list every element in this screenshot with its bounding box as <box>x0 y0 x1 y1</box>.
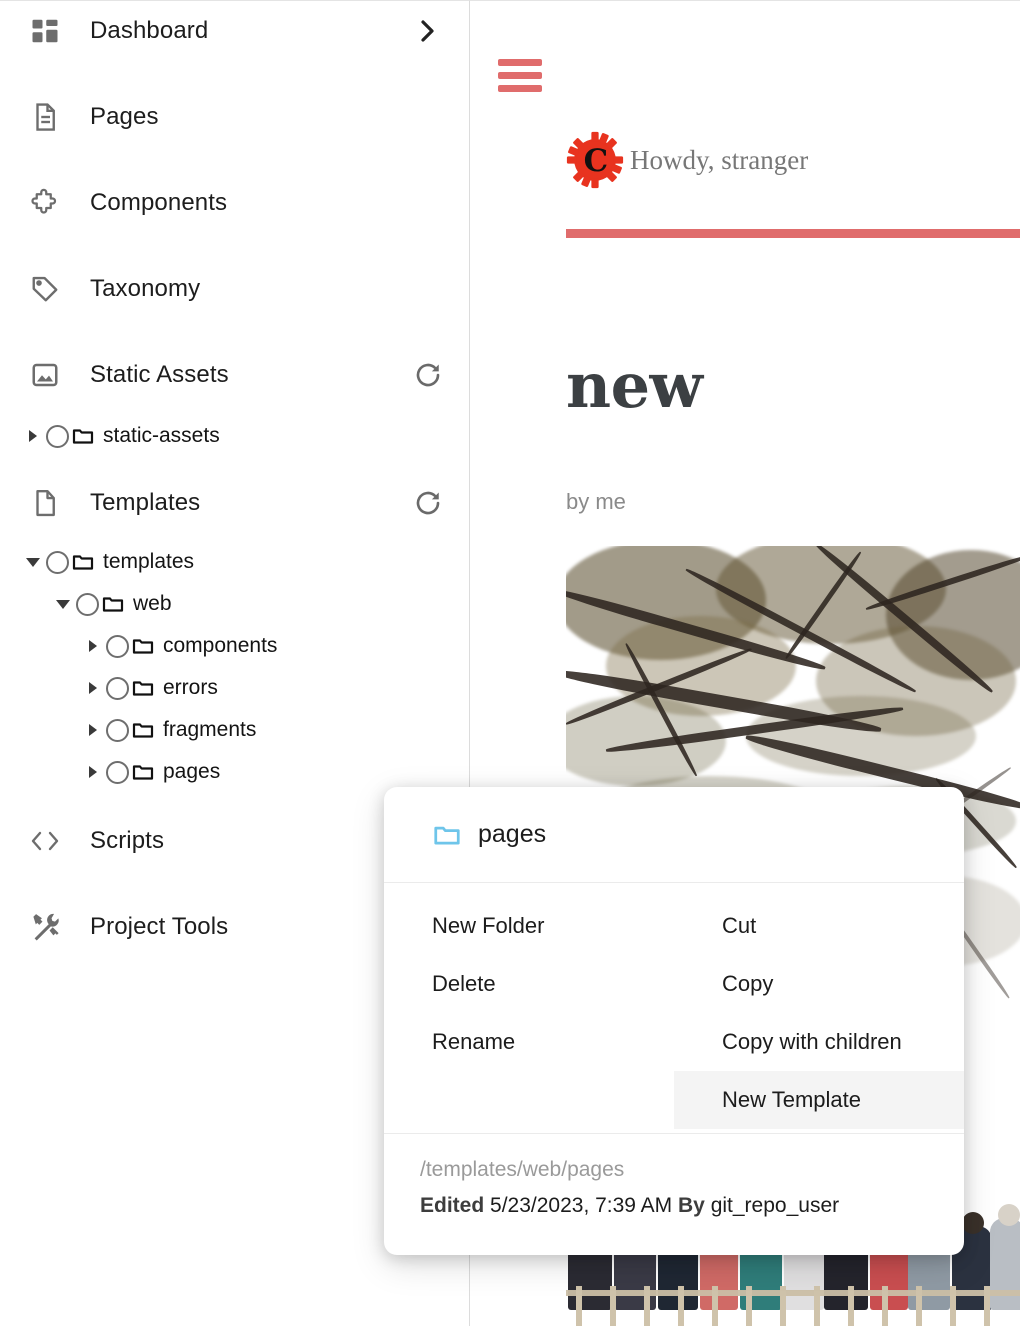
menu-item-copy[interactable]: Copy <box>674 955 964 1013</box>
hamburger-bar <box>498 85 542 92</box>
folder-icon <box>131 634 157 658</box>
menu-item-rename[interactable]: Rename <box>384 1013 674 1071</box>
page-document-icon <box>28 100 62 134</box>
folder-icon <box>432 820 462 850</box>
tree-item-web[interactable]: web <box>0 583 469 625</box>
edited-label: Edited <box>420 1194 485 1217</box>
sidebar-item-label: Static Assets <box>90 361 229 388</box>
folder-icon <box>131 760 157 784</box>
sidebar-item-dashboard[interactable]: Dashboard <box>0 1 469 61</box>
chevron-right-icon[interactable] <box>80 640 106 652</box>
page-byline: by me <box>566 489 626 514</box>
sidebar-item-label: Components <box>90 189 228 216</box>
sidebar-item-label: Pages <box>90 103 159 130</box>
folder-icon <box>101 592 127 616</box>
select-circle-icon[interactable] <box>106 718 129 742</box>
sidebar-item-taxonomy[interactable]: Taxonomy <box>0 259 469 319</box>
select-circle-icon[interactable] <box>106 634 129 658</box>
folder-icon <box>71 424 97 448</box>
folder-icon <box>131 676 157 700</box>
red-gear-c-logo-icon: C <box>566 131 624 189</box>
sidebar-item-label: Scripts <box>90 827 165 854</box>
tree-item-label: components <box>163 634 278 657</box>
context-menu-footer: /templates/web/pages Edited 5/23/2023, 7… <box>384 1133 964 1255</box>
sidebar-item-static-assets[interactable]: Static Assets <box>0 345 469 405</box>
edited-date: 5/23/2023, 7:39 AM <box>490 1194 673 1217</box>
image-icon <box>28 358 62 392</box>
svg-text:C: C <box>584 143 609 179</box>
static-assets-tree: static-assets <box>0 415 469 457</box>
chevron-down-icon[interactable] <box>20 557 46 567</box>
select-circle-icon[interactable] <box>76 592 99 616</box>
puzzle-piece-icon <box>28 186 62 220</box>
refresh-templates-icon[interactable] <box>411 486 445 520</box>
edited-user: git_repo_user <box>710 1194 840 1217</box>
select-circle-icon[interactable] <box>46 424 69 448</box>
code-brackets-icon <box>28 824 62 858</box>
greeting-text: Howdy, stranger <box>630 144 809 175</box>
select-circle-icon[interactable] <box>46 550 69 574</box>
edited-info: Edited 5/23/2023, 7:39 AM By git_repo_us… <box>420 1194 964 1218</box>
chevron-right-icon[interactable] <box>80 766 106 778</box>
app-root: Dashboard Pages Components Taxonomy Stat… <box>0 0 1020 1326</box>
select-circle-icon[interactable] <box>106 760 129 784</box>
sidebar-item-pages[interactable]: Pages <box>0 87 469 147</box>
tree-item-errors[interactable]: errors <box>0 667 469 709</box>
railing-posts <box>566 1286 1020 1326</box>
folder-icon <box>131 718 157 742</box>
folder-icon <box>71 550 97 574</box>
sidebar-item-label: Project Tools <box>90 913 229 940</box>
menu-item-cut[interactable]: Cut <box>674 897 964 955</box>
site-brand[interactable]: C Howdy, stranger <box>566 131 808 189</box>
context-menu-items: New Folder Delete Rename Cut Copy Copy w… <box>384 883 964 1133</box>
menu-item-delete[interactable]: Delete <box>384 955 674 1013</box>
tree-item-fragments[interactable]: fragments <box>0 709 469 751</box>
menu-item-new-template[interactable]: New Template <box>674 1071 964 1129</box>
page-title: new <box>566 349 703 422</box>
tag-icon <box>28 272 62 306</box>
context-menu: pages New Folder Delete Rename Cut Copy … <box>384 787 964 1255</box>
target-path: /templates/web/pages <box>420 1158 625 1181</box>
tree-item-label: pages <box>163 760 221 783</box>
select-circle-icon[interactable] <box>106 676 129 700</box>
context-menu-right-column: Cut Copy Copy with children New Template <box>674 897 964 1129</box>
chevron-right-icon[interactable] <box>80 682 106 694</box>
tree-item-templates[interactable]: templates <box>0 541 469 583</box>
refresh-static-assets-icon[interactable] <box>411 358 445 392</box>
tree-item-label: templates <box>103 550 195 573</box>
hammer-wrench-icon <box>28 910 62 944</box>
chevron-down-icon[interactable] <box>50 599 76 609</box>
templates-tree: templates web components errors fragment… <box>0 541 469 793</box>
sidebar-item-templates[interactable]: Templates <box>0 473 469 533</box>
sidebar-item-label: Templates <box>90 489 201 516</box>
tree-item-static-assets[interactable]: static-assets <box>0 415 469 457</box>
hamburger-menu-icon[interactable] <box>498 59 542 92</box>
chevron-right-icon[interactable] <box>80 724 106 736</box>
hamburger-bar <box>498 72 542 79</box>
context-menu-target-name: pages <box>478 820 547 848</box>
tree-item-components[interactable]: components <box>0 625 469 667</box>
context-menu-left-column: New Folder Delete Rename <box>384 897 674 1071</box>
file-icon <box>28 486 62 520</box>
dashboard-grid-icon <box>28 14 62 48</box>
tree-item-label: web <box>133 592 172 615</box>
sidebar-item-components[interactable]: Components <box>0 173 469 233</box>
brand-divider <box>566 229 1020 238</box>
chevron-right-icon[interactable] <box>20 430 46 442</box>
tree-item-label: static-assets <box>103 424 220 447</box>
tree-item-label: errors <box>163 676 218 699</box>
sidebar-item-label: Taxonomy <box>90 275 201 302</box>
sidebar-item-label: Dashboard <box>90 17 209 44</box>
hamburger-bar <box>498 59 542 66</box>
menu-item-new-folder[interactable]: New Folder <box>384 897 674 955</box>
by-label: By <box>678 1194 705 1217</box>
menu-item-copy-with-children[interactable]: Copy with children <box>674 1013 964 1071</box>
chevron-right-icon[interactable] <box>411 14 445 48</box>
context-menu-header: pages <box>384 787 964 883</box>
tree-item-label: fragments <box>163 718 257 741</box>
